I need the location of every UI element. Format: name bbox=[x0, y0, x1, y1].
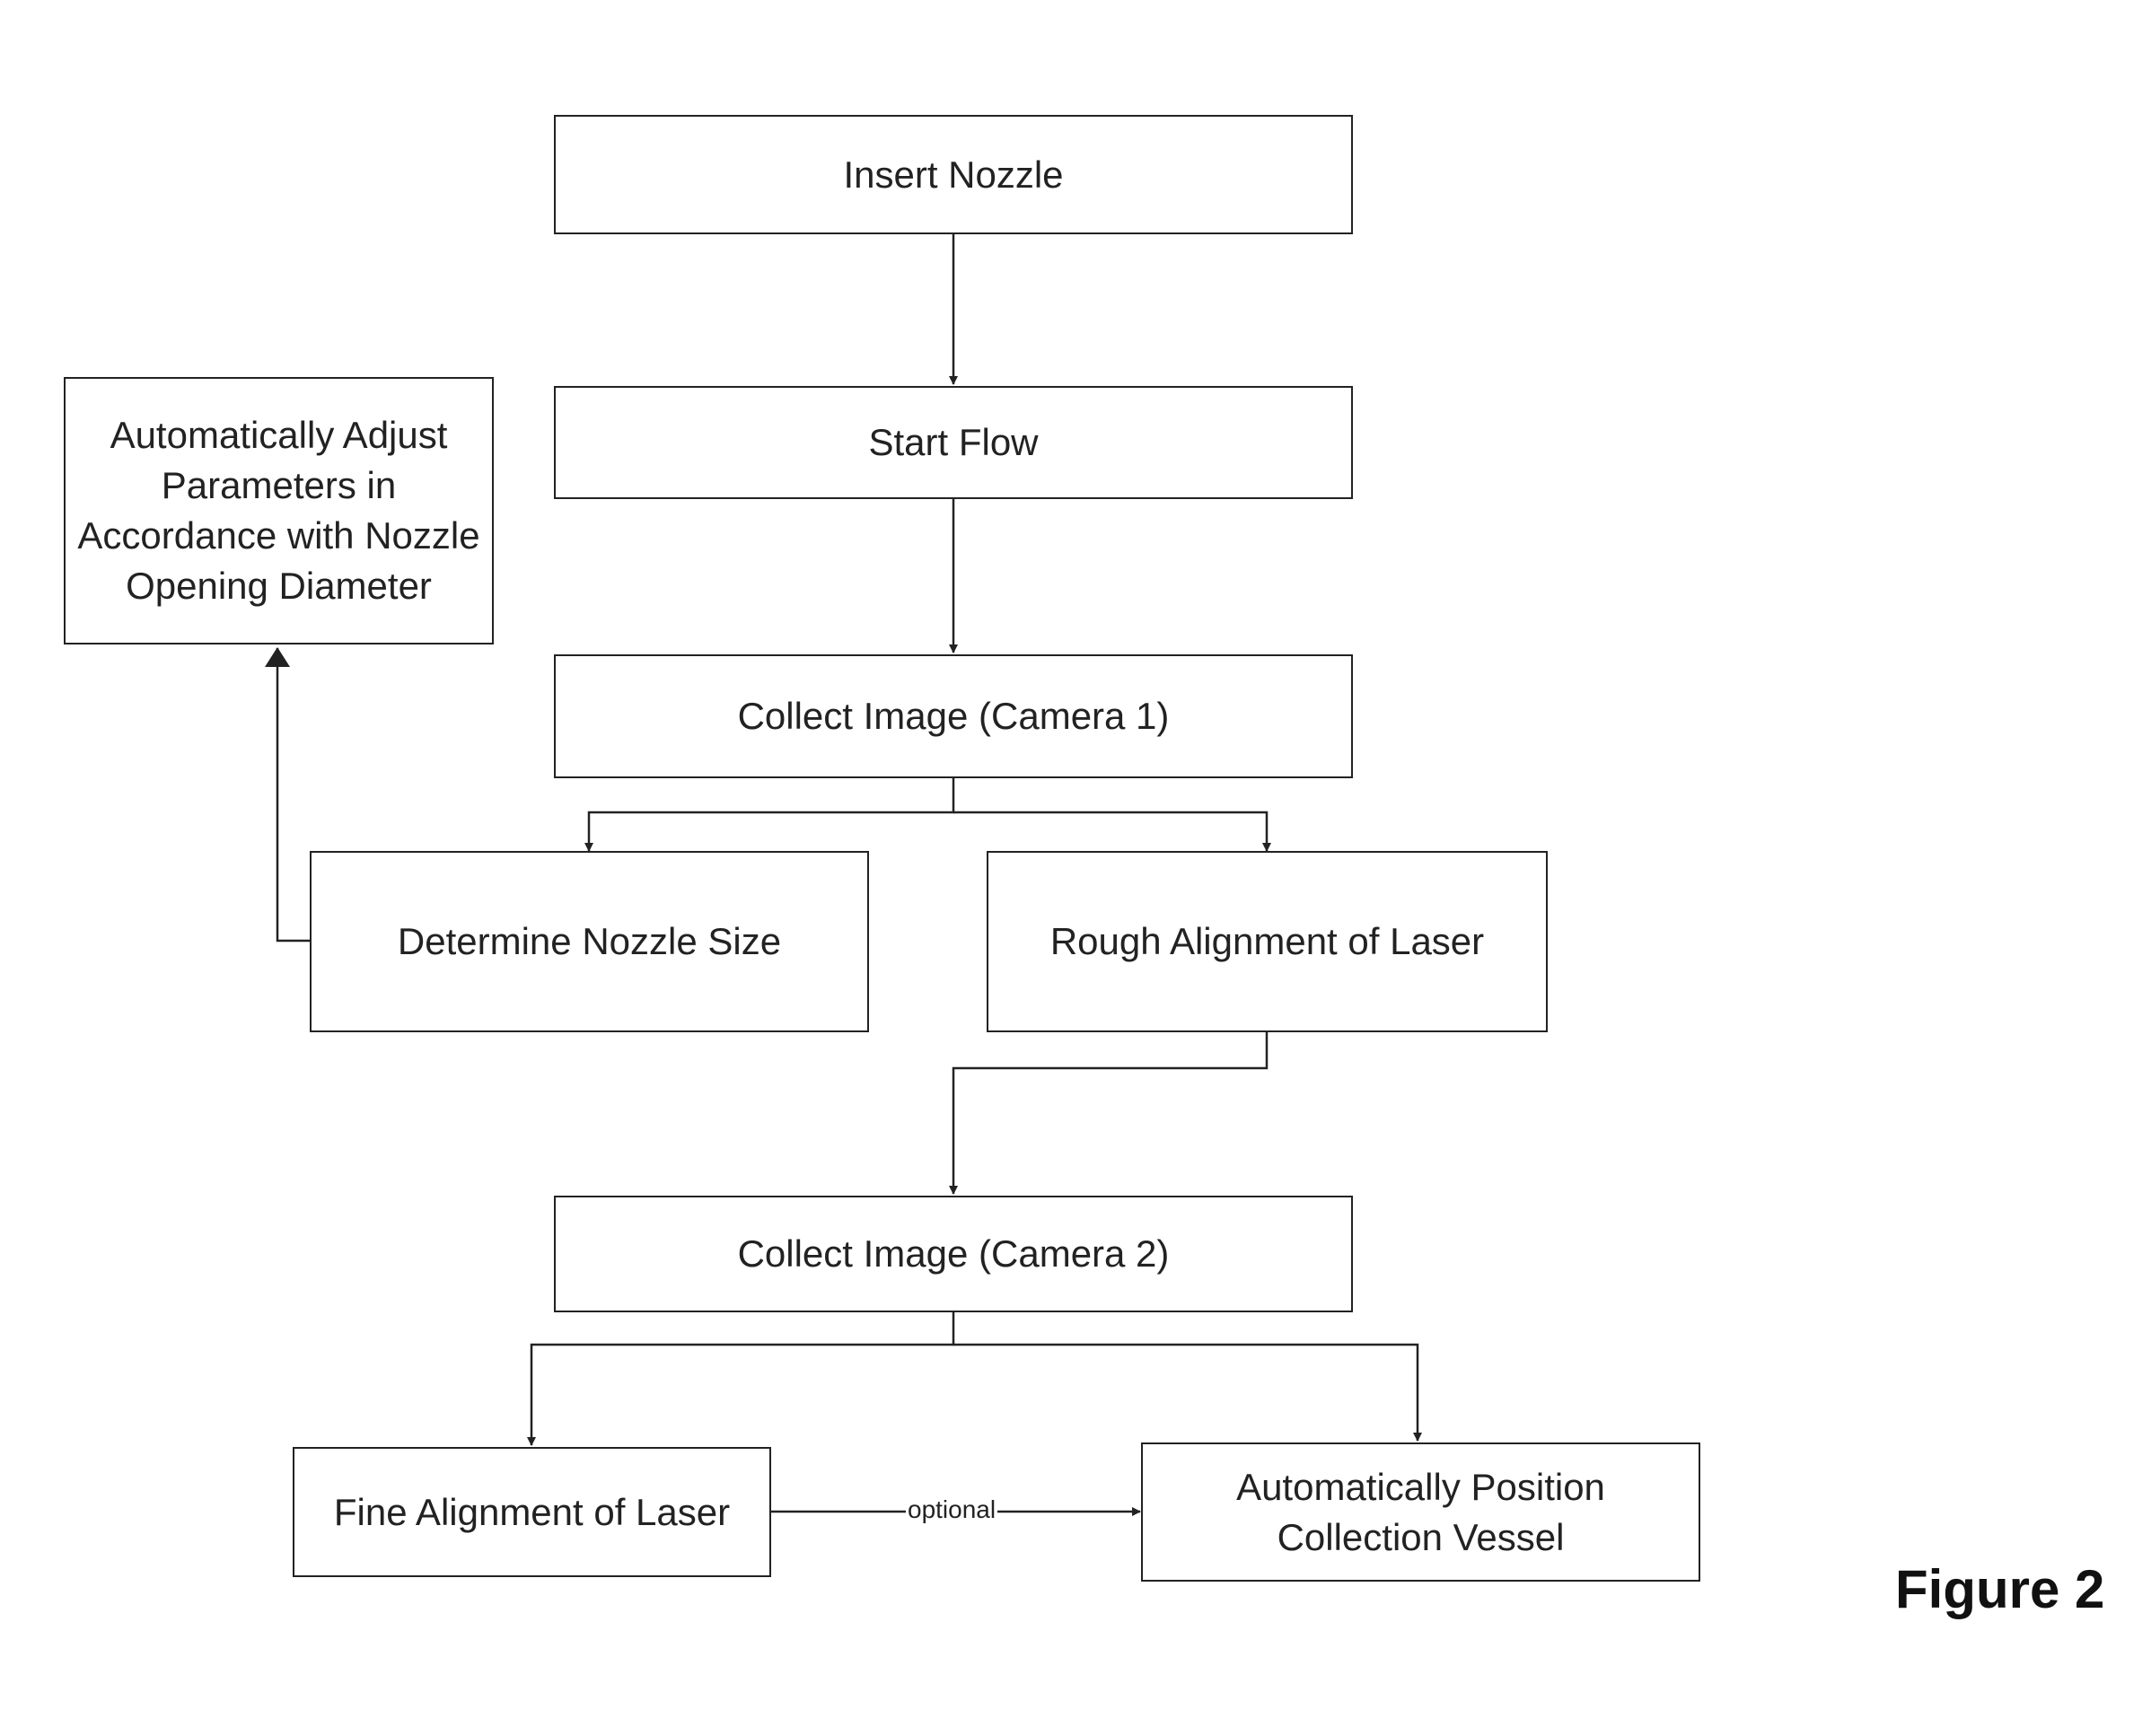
node-collect-image-camera-2: Collect Image (Camera 2) bbox=[554, 1196, 1353, 1312]
node-start-flow: Start Flow bbox=[554, 386, 1353, 499]
node-collect-image-camera-1: Collect Image (Camera 1) bbox=[554, 654, 1353, 778]
edge-determine-to-adjust bbox=[265, 647, 310, 943]
node-auto-adjust-parameters: Automatically Adjust Parameters in Accor… bbox=[64, 377, 494, 644]
edge-collect2-to-fine bbox=[527, 1311, 955, 1446]
edge-rough-to-collect2 bbox=[949, 1030, 1269, 1195]
node-label: Rough Alignment of Laser bbox=[1049, 920, 1485, 962]
node-auto-position-collection-vessel: Automatically Position Collection Vessel bbox=[1141, 1442, 1700, 1582]
node-label: Determine Nozzle Size bbox=[397, 920, 782, 962]
node-label: Insert Nozzle bbox=[843, 153, 1064, 196]
node-fine-alignment-of-laser: Fine Alignment of Laser bbox=[293, 1447, 771, 1577]
node-label: Fine Alignment of Laser bbox=[333, 1490, 731, 1533]
node-label: Start Flow bbox=[868, 421, 1039, 463]
node-determine-nozzle-size: Determine Nozzle Size bbox=[310, 851, 869, 1032]
node-label: Collect Image (Camera 1) bbox=[737, 695, 1170, 737]
figure-label: Figure 2 bbox=[1895, 1559, 2105, 1619]
node-label: Automatically Position Collection Vessel bbox=[1236, 1465, 1605, 1558]
edge-collect1-split bbox=[584, 777, 955, 852]
node-label: Automatically Adjust Parameters in Accor… bbox=[77, 414, 480, 607]
node-rough-alignment-of-laser: Rough Alignment of Laser bbox=[987, 851, 1548, 1032]
edge-label-optional: optional bbox=[906, 1495, 998, 1524]
node-insert-nozzle: Insert Nozzle bbox=[554, 115, 1353, 234]
edge-collect1-to-rough bbox=[953, 811, 1271, 852]
node-label: Collect Image (Camera 2) bbox=[737, 1232, 1170, 1275]
edge-collect2-to-position bbox=[953, 1343, 1422, 1442]
